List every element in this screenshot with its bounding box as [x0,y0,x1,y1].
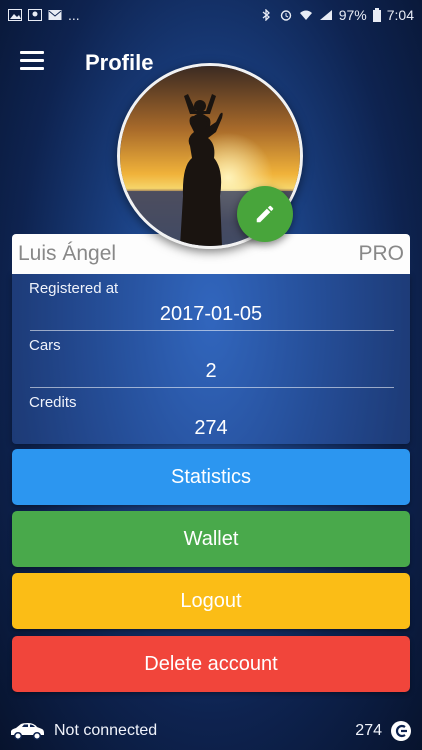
pencil-icon [256,205,274,223]
clock: 7:04 [386,7,414,23]
edit-profile-button[interactable] [237,186,293,242]
divider [30,387,394,388]
status-bar: ... 97% 7:04 [0,0,422,30]
pro-badge: PRO [358,242,404,265]
signal-icon [319,10,332,20]
connection-status: Not connected [8,721,157,741]
status-left: ... [8,7,80,23]
cars-label: Cars [29,337,61,354]
wifi-icon [299,10,312,20]
hamburger-menu-icon[interactable] [20,51,44,71]
divider [30,330,394,331]
bluetooth-icon [262,9,270,21]
cars-value: 2 [205,360,217,382]
credits-count: 274 [355,722,382,739]
delete-account-button[interactable]: Delete account [12,636,410,692]
battery-icon [372,8,381,22]
map-photo-icon [28,9,42,21]
registered-label: Registered at [29,280,119,297]
car-icon [11,723,44,741]
profile-info-card: Registered at 2017-01-05 Cars 2 Credits … [12,274,410,444]
battery-percent: 97% [338,7,367,23]
status-right: 97% 7:04 [259,7,414,23]
bottom-status-bar: Not connected 274 [0,712,422,750]
credit-coin-icon [391,721,411,741]
mail-icon [48,10,62,20]
alarm-icon [280,10,291,21]
user-name: Luis Ángel [18,242,117,265]
connection-status-text: Not connected [54,722,158,739]
wallet-button[interactable]: Wallet [12,511,410,567]
credits-indicator: 274 [355,720,412,742]
credits-value: 274 [194,417,228,439]
credits-label: Credits [29,394,77,411]
statistics-button[interactable]: Statistics [12,449,410,505]
logout-button[interactable]: Logout [12,573,410,629]
notification-overflow: ... [68,7,80,23]
page-title: Profile [85,50,154,75]
image-icon [8,9,22,21]
registered-value: 2017-01-05 [159,303,263,325]
